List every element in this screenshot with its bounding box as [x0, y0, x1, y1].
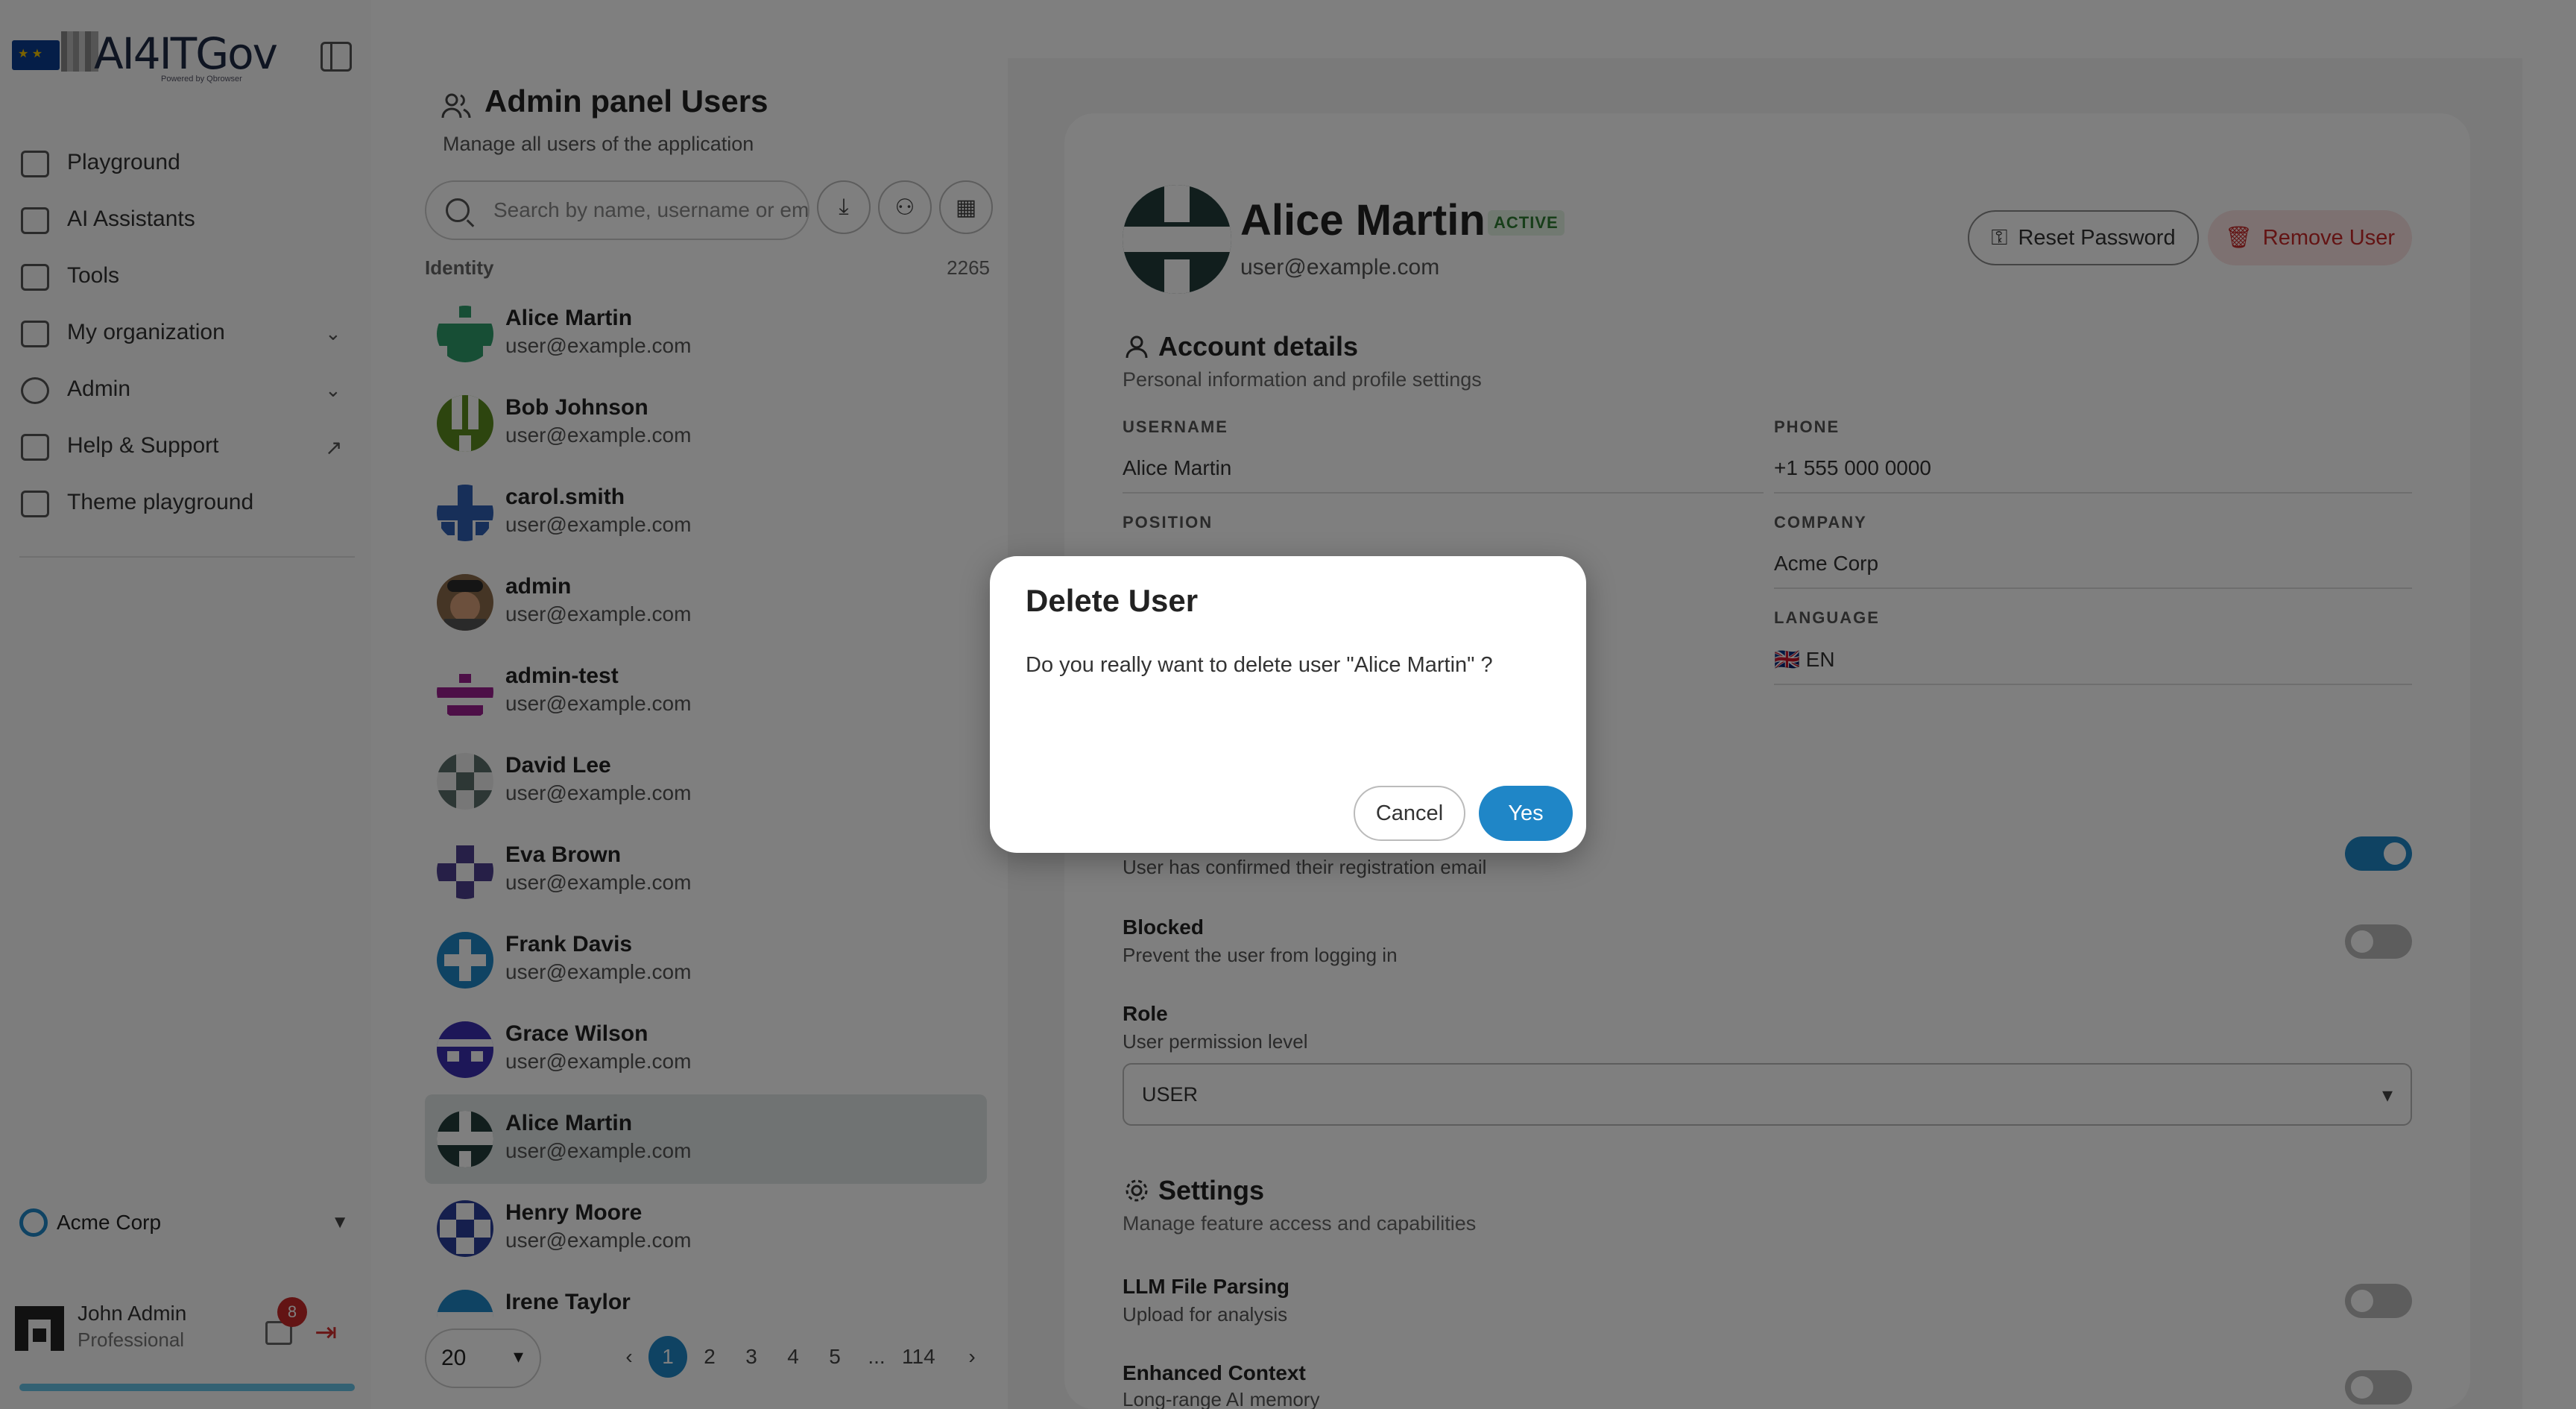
- dialog-title: Delete User: [1026, 583, 1199, 618]
- confirm-yes-button[interactable]: Yes: [1479, 786, 1573, 841]
- cancel-button[interactable]: Cancel: [1354, 786, 1465, 841]
- dialog-message: Do you really want to delete user "Alice…: [1026, 653, 1493, 677]
- delete-user-dialog: Delete User Do you really want to delete…: [990, 556, 1586, 853]
